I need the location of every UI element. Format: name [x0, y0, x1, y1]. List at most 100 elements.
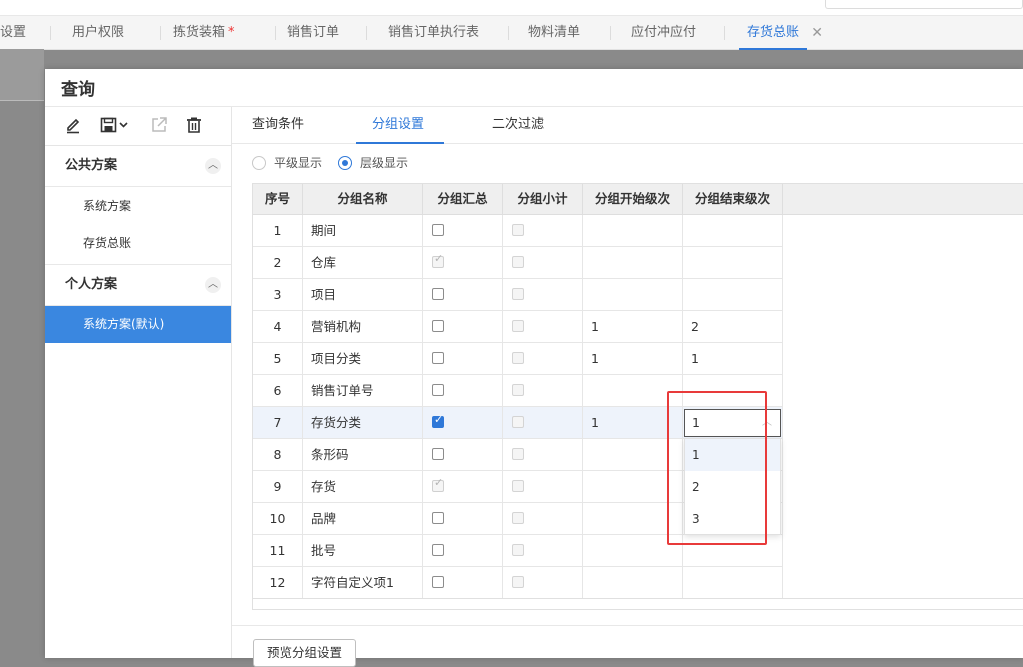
- checkbox[interactable]: [432, 288, 444, 300]
- checkbox: [432, 252, 444, 268]
- start-level-cell[interactable]: [583, 567, 683, 598]
- query-dialog: 查询 公共方案 ︿ 系统方案 存货总账 个人方案 ︿ 系统方案(默认) 查询条件…: [45, 69, 1023, 667]
- table-row[interactable]: 2 仓库: [253, 247, 783, 279]
- tab-query-conditions[interactable]: 查询条件: [252, 107, 304, 143]
- tab-sales-order-execution[interactable]: 销售订单执行表: [388, 16, 479, 49]
- radio-button[interactable]: [252, 156, 266, 170]
- tab-picking-packing[interactable]: 拣货装箱 *: [173, 16, 235, 49]
- group-name-cell: 营销机构: [303, 311, 423, 342]
- row-index: 3: [253, 279, 303, 310]
- tab-group-settings[interactable]: 分组设置: [356, 107, 445, 144]
- tab-label: 二次过滤: [492, 117, 545, 132]
- checkbox: [512, 576, 524, 588]
- checkbox[interactable]: [432, 448, 444, 460]
- tab-user-permissions[interactable]: 用户权限: [72, 16, 124, 49]
- subtotal-cell: [503, 503, 583, 534]
- tab-sales-orders[interactable]: 销售订单: [287, 16, 339, 49]
- modified-marker: *: [228, 25, 235, 40]
- preview-group-settings-button[interactable]: 预览分组设置: [253, 639, 357, 667]
- scheme-item-system-default[interactable]: 系统方案(默认): [45, 306, 231, 343]
- group-name-cell: 项目: [303, 279, 423, 310]
- summary-cell: [423, 407, 503, 438]
- tab-settings[interactable]: 设置: [0, 16, 26, 49]
- summary-cell: [423, 279, 503, 310]
- group-label: 公共方案: [65, 158, 118, 173]
- checkbox[interactable]: [432, 544, 444, 556]
- start-level-cell[interactable]: 1: [583, 311, 683, 342]
- tab-divider: [366, 26, 367, 40]
- radio-button[interactable]: [338, 156, 352, 170]
- global-search-input[interactable]: [825, 0, 1023, 9]
- checkbox: [512, 256, 524, 268]
- public-scheme-group[interactable]: 公共方案 ︿: [45, 146, 231, 187]
- checkbox[interactable]: [432, 413, 444, 428]
- tab-secondary-filter[interactable]: 二次过滤: [492, 107, 544, 143]
- end-level-cell[interactable]: [683, 279, 783, 310]
- scheme-item-system[interactable]: 系统方案: [45, 188, 231, 225]
- checkbox: [512, 544, 524, 556]
- end-level-cell[interactable]: [683, 247, 783, 278]
- start-level-cell[interactable]: 1: [583, 343, 683, 374]
- tab-label: 用户权限: [72, 25, 125, 40]
- background-panel: [0, 49, 44, 100]
- chevron-up-icon[interactable]: ︿: [205, 277, 221, 293]
- subtotal-cell: [503, 311, 583, 342]
- subtotal-cell: [503, 375, 583, 406]
- column-header: 分组名称: [303, 184, 423, 214]
- subtotal-cell: [503, 535, 583, 566]
- table-row[interactable]: 3 项目: [253, 279, 783, 311]
- start-level-cell[interactable]: [583, 215, 683, 246]
- end-level-cell[interactable]: [683, 567, 783, 598]
- top-strip: [0, 0, 1023, 15]
- edit-icon[interactable]: [65, 116, 81, 136]
- tab-label: 应付冲应付: [631, 25, 697, 40]
- end-level-cell[interactable]: 1: [683, 343, 783, 374]
- table-row[interactable]: 12 字符自定义项1: [253, 567, 783, 599]
- checkbox[interactable]: [432, 352, 444, 364]
- tab-label: 查询条件: [252, 117, 305, 132]
- tab-inventory-ledger[interactable]: 存货总账 ✕: [739, 16, 823, 50]
- end-level-cell[interactable]: 2: [683, 311, 783, 342]
- end-level-cell[interactable]: [683, 215, 783, 246]
- tab-divider: [610, 26, 611, 40]
- table-row[interactable]: 1 期间: [253, 215, 783, 247]
- tab-divider: [160, 26, 161, 40]
- group-name-cell: 存货: [303, 471, 423, 502]
- delete-icon[interactable]: [185, 116, 203, 136]
- checkbox[interactable]: [432, 512, 444, 524]
- checkbox[interactable]: [432, 224, 444, 236]
- checkbox: [512, 320, 524, 332]
- group-name-cell: 仓库: [303, 247, 423, 278]
- checkbox[interactable]: [432, 384, 444, 396]
- personal-scheme-group[interactable]: 个人方案 ︿: [45, 264, 231, 306]
- tab-bom[interactable]: 物料清单: [528, 16, 580, 49]
- checkbox: [512, 512, 524, 524]
- scheme-item-inventory-ledger[interactable]: 存货总账: [45, 225, 231, 262]
- checkbox[interactable]: [432, 576, 444, 588]
- subtotal-cell: [503, 471, 583, 502]
- row-index: 9: [253, 471, 303, 502]
- save-icon[interactable]: [100, 116, 130, 136]
- start-level-cell[interactable]: [583, 279, 683, 310]
- checkbox: [512, 352, 524, 364]
- row-index: 2: [253, 247, 303, 278]
- close-icon[interactable]: ✕: [811, 16, 823, 50]
- checkbox[interactable]: [432, 320, 444, 332]
- row-index: 4: [253, 311, 303, 342]
- grid-footer: [253, 598, 1023, 609]
- scheme-panel: 公共方案 ︿ 系统方案 存货总账 个人方案 ︿ 系统方案(默认): [45, 107, 232, 658]
- summary-cell: [423, 343, 503, 374]
- chevron-up-icon[interactable]: ︿: [205, 158, 221, 174]
- subtotal-cell: [503, 215, 583, 246]
- start-level-cell[interactable]: [583, 247, 683, 278]
- table-row[interactable]: 4 营销机构 1 2: [253, 311, 783, 343]
- scheme-label: 系统方案: [83, 199, 132, 213]
- active-tab-underline: [356, 142, 445, 144]
- table-row[interactable]: 5 项目分类 1 1: [253, 343, 783, 375]
- row-index: 7: [253, 407, 303, 438]
- group-name-cell: 销售订单号: [303, 375, 423, 406]
- checkbox: [512, 288, 524, 300]
- tab-payable-offset[interactable]: 应付冲应付: [631, 16, 696, 49]
- checkbox: [512, 224, 524, 236]
- group-name-cell: 存货分类: [303, 407, 423, 438]
